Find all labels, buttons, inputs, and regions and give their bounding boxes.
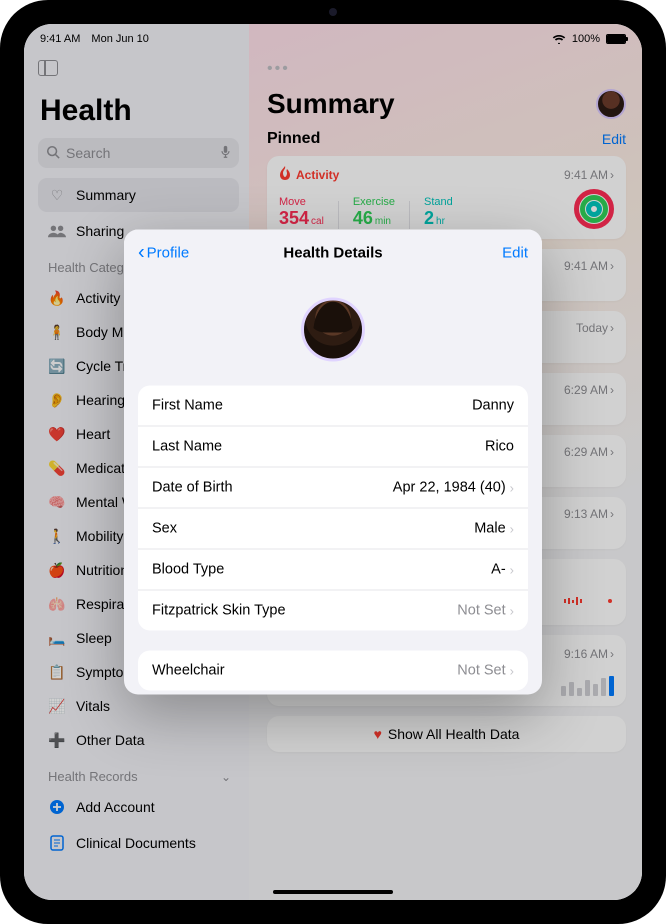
modal-navbar: ‹ Profile Health Details Edit xyxy=(124,230,542,276)
row-value: Not Set xyxy=(457,603,505,619)
camera-dot xyxy=(329,8,337,16)
detail-row-sex[interactable]: Sex Male › xyxy=(138,509,528,550)
row-label: Date of Birth xyxy=(152,480,233,496)
chevron-right-icon: › xyxy=(510,521,514,536)
row-label: Sex xyxy=(152,521,177,537)
row-value: Rico xyxy=(485,439,514,455)
modal-title: Health Details xyxy=(283,244,382,261)
row-label: Fitzpatrick Skin Type xyxy=(152,603,286,619)
ipad-frame: 9:41 AM Mon Jun 10 100% Health xyxy=(0,0,666,924)
row-label: Blood Type xyxy=(152,562,224,578)
home-indicator[interactable] xyxy=(273,890,393,894)
row-label: Last Name xyxy=(152,439,222,455)
row-value: Male xyxy=(474,521,505,537)
detail-row-fitzpatrick-skin-type[interactable]: Fitzpatrick Skin Type Not Set › xyxy=(138,591,528,631)
row-label: First Name xyxy=(152,398,223,414)
detail-row-date-of-birth[interactable]: Date of Birth Apr 22, 1984 (40) › xyxy=(138,468,528,509)
chevron-right-icon: › xyxy=(510,663,514,678)
detail-row-last-name: Last Name Rico xyxy=(138,427,528,468)
profile-avatar[interactable] xyxy=(301,298,365,362)
modal-edit-button[interactable]: Edit xyxy=(502,244,528,261)
health-details-modal: ‹ Profile Health Details Edit First Name… xyxy=(124,230,542,695)
back-button[interactable]: ‹ Profile xyxy=(138,243,189,263)
row-value: A- xyxy=(491,562,506,578)
row-value: Danny xyxy=(472,398,514,414)
chevron-right-icon: › xyxy=(510,562,514,577)
screen: 9:41 AM Mon Jun 10 100% Health xyxy=(24,24,642,900)
row-label: Wheelchair xyxy=(152,663,225,679)
health-details-list: First Name Danny Last Name Rico Date of Birt… xyxy=(138,386,528,631)
detail-row-first-name: First Name Danny xyxy=(138,386,528,427)
wheelchair-list: Wheelchair Not Set › xyxy=(138,651,528,691)
chevron-right-icon: › xyxy=(510,603,514,618)
chevron-left-icon: ‹ xyxy=(138,243,145,263)
wheelchair-row[interactable]: Wheelchair Not Set › xyxy=(138,651,528,691)
detail-row-blood-type[interactable]: Blood Type A- › xyxy=(138,550,528,591)
row-value: Not Set xyxy=(457,663,505,679)
chevron-right-icon: › xyxy=(510,480,514,495)
row-value: Apr 22, 1984 (40) xyxy=(393,480,506,496)
